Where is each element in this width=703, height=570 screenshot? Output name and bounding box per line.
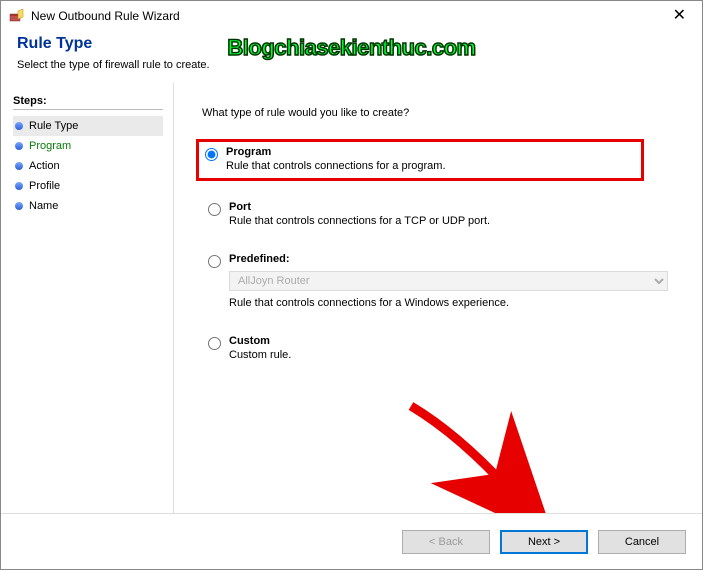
step-bullet-icon bbox=[15, 202, 23, 210]
predefined-select: AllJoyn Router bbox=[229, 271, 668, 291]
radio-predefined[interactable] bbox=[208, 255, 221, 268]
step-label: Program bbox=[29, 140, 71, 152]
page-title: Rule Type bbox=[17, 35, 686, 53]
step-rule-type[interactable]: Rule Type bbox=[13, 116, 163, 136]
option-predefined[interactable]: Predefined: AllJoyn Router Rule that con… bbox=[202, 249, 674, 315]
window-title: New Outbound Rule Wizard bbox=[31, 9, 665, 23]
step-label: Profile bbox=[29, 180, 60, 192]
step-program[interactable]: Program bbox=[13, 136, 163, 156]
option-predefined-title: Predefined: bbox=[229, 253, 668, 265]
step-label: Rule Type bbox=[29, 120, 78, 132]
step-bullet-icon bbox=[15, 142, 23, 150]
step-label: Name bbox=[29, 200, 58, 212]
option-custom[interactable]: Custom Custom rule. bbox=[202, 331, 674, 367]
content-prompt: What type of rule would you like to crea… bbox=[202, 107, 674, 119]
step-bullet-icon bbox=[15, 122, 23, 130]
step-label: Action bbox=[29, 160, 60, 172]
option-custom-desc: Custom rule. bbox=[229, 349, 668, 361]
wizard-body: Steps: Rule Type Program Action Profile … bbox=[1, 83, 702, 513]
radio-custom[interactable] bbox=[208, 337, 221, 350]
next-button[interactable]: Next > bbox=[500, 530, 588, 554]
header: Blogchiasekienthuc.com Rule Type Select … bbox=[1, 29, 702, 83]
option-predefined-desc: Rule that controls connections for a Win… bbox=[229, 297, 668, 309]
page-subtitle: Select the type of firewall rule to crea… bbox=[17, 59, 686, 71]
steps-heading: Steps: bbox=[13, 95, 163, 107]
step-profile[interactable]: Profile bbox=[13, 176, 163, 196]
step-name[interactable]: Name bbox=[13, 196, 163, 216]
option-program-title: Program bbox=[226, 146, 635, 158]
radio-program[interactable] bbox=[205, 148, 218, 161]
option-custom-title: Custom bbox=[229, 335, 668, 347]
step-bullet-icon bbox=[15, 182, 23, 190]
option-port-desc: Rule that controls connections for a TCP… bbox=[229, 215, 668, 227]
option-port-title: Port bbox=[229, 201, 668, 213]
option-port[interactable]: Port Rule that controls connections for … bbox=[202, 197, 674, 233]
cancel-button[interactable]: Cancel bbox=[598, 530, 686, 554]
step-bullet-icon bbox=[15, 162, 23, 170]
firewall-wizard-icon bbox=[9, 8, 25, 24]
option-program[interactable]: Program Rule that controls connections f… bbox=[196, 139, 644, 181]
content-pane: What type of rule would you like to crea… bbox=[173, 83, 702, 513]
step-action[interactable]: Action bbox=[13, 156, 163, 176]
titlebar: New Outbound Rule Wizard ✕ bbox=[1, 1, 702, 29]
radio-port[interactable] bbox=[208, 203, 221, 216]
steps-sidebar: Steps: Rule Type Program Action Profile … bbox=[1, 83, 173, 513]
footer: < Back Next > Cancel bbox=[1, 513, 702, 569]
option-program-desc: Rule that controls connections for a pro… bbox=[226, 160, 635, 172]
back-button: < Back bbox=[402, 530, 490, 554]
steps-divider bbox=[13, 109, 163, 110]
close-button[interactable]: ✕ bbox=[665, 8, 694, 24]
